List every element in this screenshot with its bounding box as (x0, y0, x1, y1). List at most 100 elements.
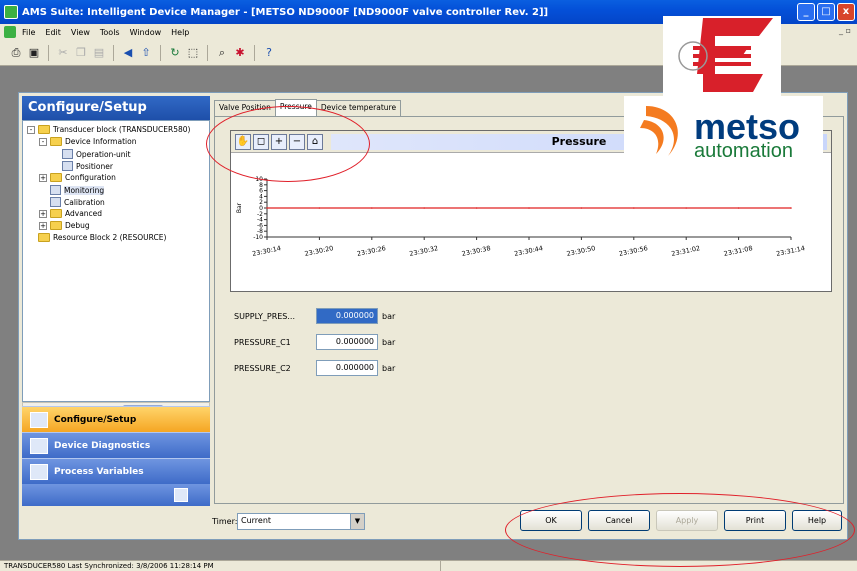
nav-process-variables[interactable]: Process Variables (22, 458, 210, 484)
expand-icon[interactable]: + (39, 221, 47, 230)
back-icon[interactable]: ◀ (120, 45, 136, 61)
print-preview-icon[interactable]: ▣ (26, 45, 42, 61)
nav-options-icon[interactable] (174, 488, 188, 502)
value-field[interactable]: 0.000000 (316, 360, 378, 376)
folder-icon (50, 209, 62, 218)
tab-valve-position[interactable]: Valve Position (214, 100, 276, 116)
device-tree[interactable]: - Transducer block (TRANSDUCER580) - Device… (22, 120, 210, 402)
chevron-down-icon[interactable]: ▼ (350, 514, 364, 529)
x-tick-label: 23:30:44 (513, 244, 543, 258)
data-point (580, 207, 583, 209)
configure-icon (30, 411, 48, 428)
timer-dropdown[interactable]: Current ▼ (237, 513, 365, 530)
apply-button[interactable]: Apply (656, 510, 718, 531)
x-tick-label: 23:30:50 (566, 244, 596, 258)
print-icon[interactable]: ⎙ (8, 45, 24, 61)
collapse-icon[interactable]: - (27, 125, 35, 134)
tree-item-label: Resource Block 2 (RESOURCE) (53, 233, 167, 242)
nav-label: Configure/Setup (54, 414, 137, 425)
toolbar-separator (48, 44, 49, 61)
cancel-button[interactable]: Cancel (588, 510, 650, 531)
context-help-icon[interactable]: ? (261, 45, 277, 61)
cut-icon[interactable]: ✂ (55, 45, 71, 61)
nav-device-diagnostics[interactable]: Device Diagnostics (22, 432, 210, 458)
x-tick-label: 23:31:08 (723, 244, 753, 258)
wizard-icon[interactable]: ✱ (232, 45, 248, 61)
reset-zoom-icon[interactable]: ⌂ (307, 134, 323, 150)
zoom-out-icon[interactable]: − (289, 134, 305, 150)
tree-item[interactable]: Operation-unit (51, 149, 131, 159)
menu-file[interactable]: File (22, 28, 35, 37)
tree-item[interactable]: Resource Block 2 (RESOURCE) (27, 233, 166, 242)
menu-edit[interactable]: Edit (45, 28, 61, 37)
toolbar-separator (254, 44, 255, 61)
x-tick-label: 23:30:38 (461, 244, 491, 258)
x-tick-label: 23:31:14 (775, 244, 805, 258)
tree-item-label: Positioner (76, 161, 113, 171)
x-tick-label: 23:30:56 (618, 244, 648, 258)
chart-plot: 1086420-2-4-6-8-10Bar23:30:14 23:30:20 23:… (236, 176, 806, 258)
help-button[interactable]: Help (792, 510, 842, 531)
paste-icon[interactable]: ▤ (91, 45, 107, 61)
tab-pressure[interactable]: Pressure (274, 99, 317, 116)
metso-automation-logo: metso automation (624, 96, 823, 172)
menu-tools[interactable]: Tools (100, 28, 120, 37)
refresh-icon[interactable]: ↻ (167, 45, 183, 61)
x-tick-label: 23:30:26 (356, 244, 386, 258)
data-point (790, 207, 792, 209)
value-field[interactable]: 0.000000 (316, 308, 378, 324)
parameter-field-row: SUPPLY_PRES... 0.000000 bar (234, 308, 395, 324)
print-button[interactable]: Print (724, 510, 786, 531)
x-tick-label: 23:31:02 (671, 244, 701, 258)
value-field[interactable]: 0.000000 (316, 334, 378, 350)
close-button[interactable]: x (837, 3, 855, 21)
document-icon[interactable] (4, 26, 16, 38)
pan-hand-icon[interactable]: ✋ (235, 134, 251, 150)
tree-item[interactable]: - Transducer block (TRANSDUCER580) (27, 125, 190, 134)
tree-item[interactable]: + Advanced (39, 209, 102, 218)
nav-label: Device Diagnostics (54, 440, 151, 451)
binoculars-icon[interactable]: ⌕ (214, 45, 230, 61)
field-label: PRESSURE_C1 (234, 337, 291, 347)
data-point (266, 207, 268, 209)
menu-view[interactable]: View (71, 28, 90, 37)
tree-item[interactable]: Monitoring (39, 185, 105, 195)
data-point (633, 207, 635, 209)
y-axis-label: Bar (236, 202, 243, 213)
data-point (528, 207, 530, 209)
up-folder-icon[interactable]: ⇧ (138, 45, 154, 61)
field-label: SUPPLY_PRES... (234, 311, 296, 321)
parameter-icon (62, 161, 73, 171)
menu-help[interactable]: Help (171, 28, 189, 37)
data-point (318, 207, 321, 209)
tab-device-temperature[interactable]: Device temperature (315, 100, 402, 116)
expand-icon[interactable]: + (39, 173, 47, 182)
tree-item[interactable]: - Device Information (39, 137, 136, 146)
left-pane: Configure/Setup - Transducer block (TRANS… (22, 96, 210, 536)
tree-item[interactable]: + Configuration (39, 173, 116, 182)
device-icon[interactable]: ⬚ (185, 45, 201, 61)
y-tick-label: -10 (253, 234, 263, 241)
zoom-in-icon[interactable]: + (271, 134, 287, 150)
nav-configure-setup[interactable]: Configure/Setup (22, 406, 210, 432)
zoom-box-icon[interactable]: ◻ (253, 134, 269, 150)
collapse-icon[interactable]: - (39, 137, 47, 146)
toolbar-separator (160, 44, 161, 61)
tree-item-label: Transducer block (TRANSDUCER580) (53, 125, 191, 134)
mdi-controls[interactable]: _ ▫ (839, 26, 851, 35)
maximize-button[interactable]: □ (817, 3, 835, 21)
ok-button[interactable]: OK (520, 510, 582, 531)
window-title: AMS Suite: Intelligent Device Manager - … (22, 6, 549, 18)
expand-icon[interactable]: + (39, 209, 47, 218)
diagnostics-icon (30, 437, 48, 454)
tree-item[interactable]: Calibration (39, 197, 105, 207)
data-point (371, 207, 373, 209)
parameter-field-row: PRESSURE_C2 0.000000 bar (234, 360, 395, 376)
folder-icon (38, 233, 50, 242)
menu-window[interactable]: Window (130, 28, 162, 37)
minimize-button[interactable]: _ (797, 3, 815, 21)
tree-item[interactable]: Positioner (51, 161, 113, 171)
tree-item[interactable]: + Debug (39, 221, 90, 230)
emblem-icon (678, 18, 773, 92)
copy-icon[interactable]: ❐ (73, 45, 89, 61)
